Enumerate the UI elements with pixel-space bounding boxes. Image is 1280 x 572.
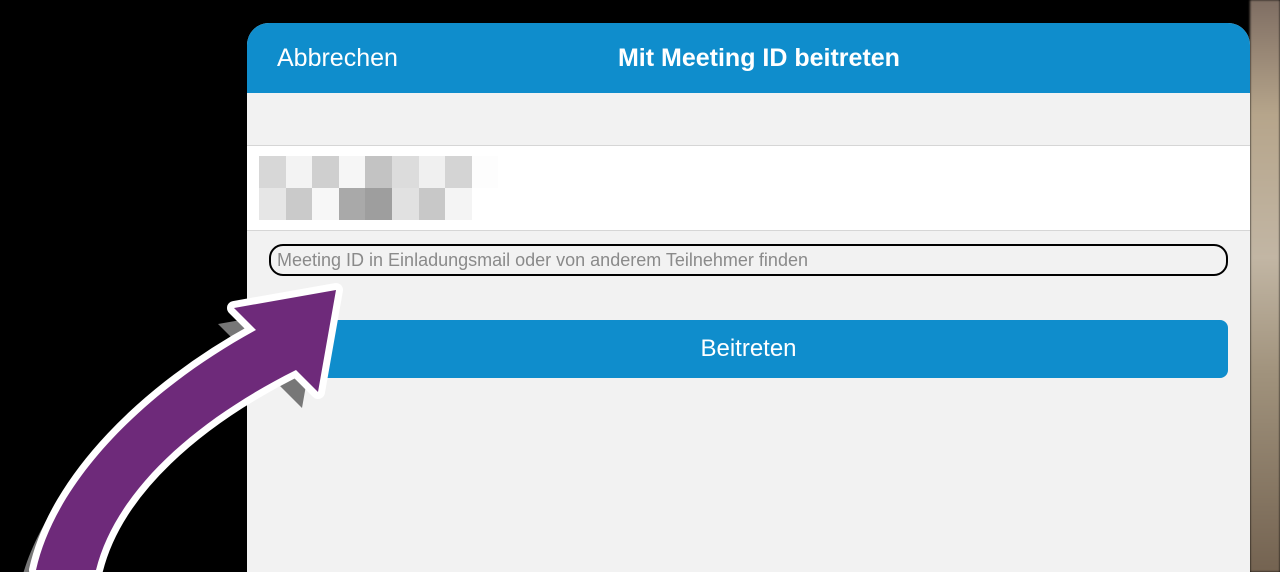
modal-title: Mit Meeting ID beitreten: [618, 44, 900, 72]
cancel-button[interactable]: Abbrechen: [247, 44, 428, 73]
redacted-input-value: [259, 156, 525, 220]
hint-row: Meeting ID in Einladungsmail oder von an…: [247, 231, 1250, 276]
meeting-id-input-row[interactable]: [247, 146, 1250, 231]
spacer: [247, 93, 1250, 146]
hint-highlight-box: Meeting ID in Einladungsmail oder von an…: [269, 244, 1228, 276]
join-button[interactable]: Beitreten: [269, 320, 1228, 378]
hint-text: Meeting ID in Einladungsmail oder von an…: [277, 250, 808, 271]
modal-title-wrap: Mit Meeting ID beitreten: [428, 44, 1250, 73]
join-button-row: Beitreten: [247, 276, 1250, 378]
join-meeting-modal: Abbrechen Mit Meeting ID beitreten Meeti…: [247, 23, 1250, 572]
background-blur-right: [1250, 0, 1280, 572]
modal-header: Abbrechen Mit Meeting ID beitreten: [247, 23, 1250, 93]
screenshot-stage: Abbrechen Mit Meeting ID beitreten Meeti…: [0, 0, 1280, 572]
background-black-left: [0, 0, 247, 572]
